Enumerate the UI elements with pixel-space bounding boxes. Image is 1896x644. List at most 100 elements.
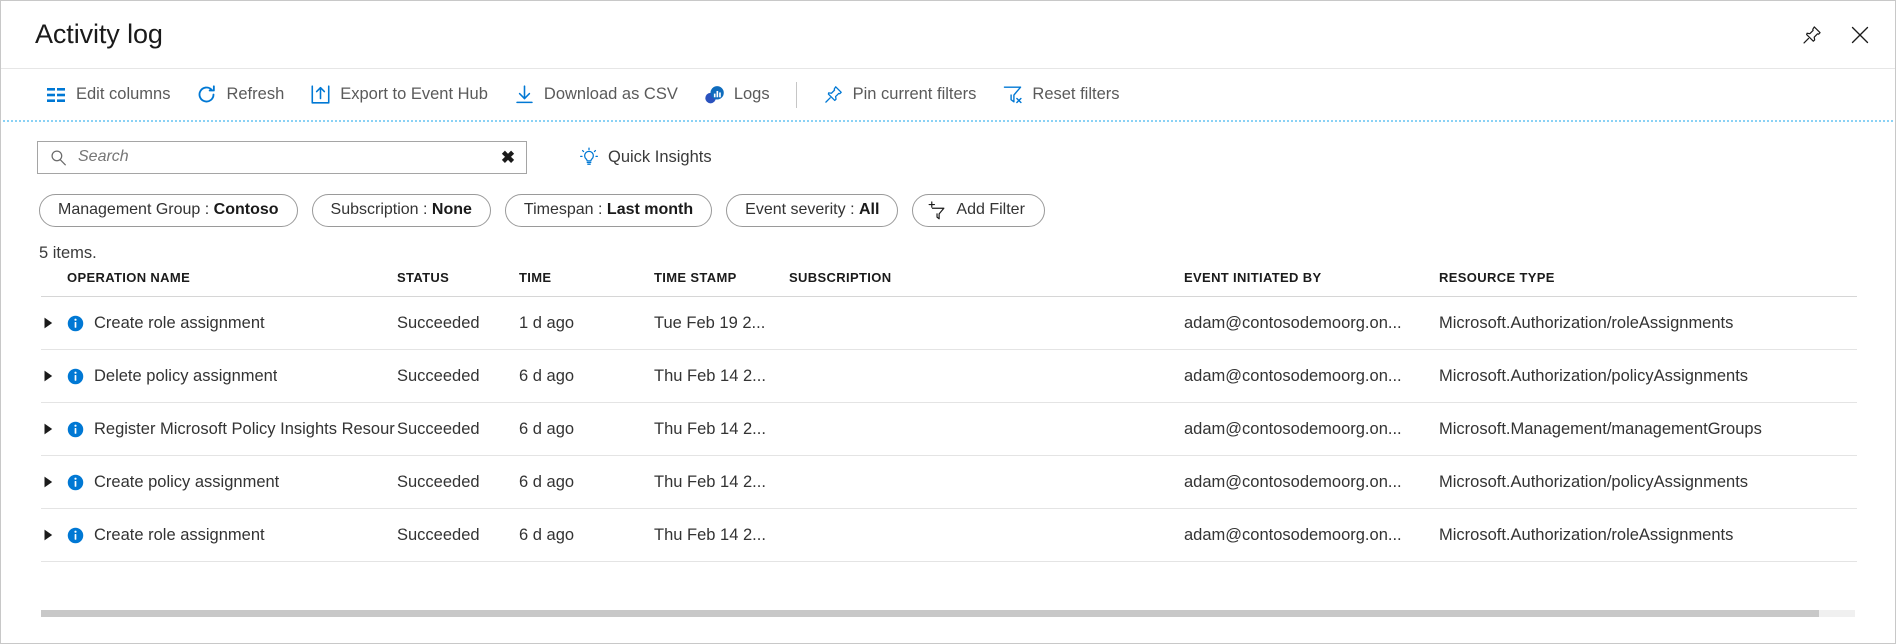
logs-icon <box>704 84 725 105</box>
table-header-row: OPERATION NAME STATUS TIME TIME STAMP SU… <box>41 270 1857 297</box>
column-header-status[interactable]: STATUS <box>397 270 519 297</box>
cell-operation-name: Create role assignment <box>67 297 397 350</box>
cell-time: 6 d ago <box>519 350 654 403</box>
filter-pill-event-severity[interactable]: Event severity : All <box>726 194 898 227</box>
cell-event-initiated-by: adam@contosodemoorg.on... <box>1184 297 1439 350</box>
table-header: OPERATION NAME STATUS TIME TIME STAMP SU… <box>41 270 1857 297</box>
row-expander-cell <box>41 350 67 403</box>
filter-pill-name: Subscription <box>331 201 419 219</box>
cell-time: 1 d ago <box>519 297 654 350</box>
close-icon[interactable] <box>1847 22 1873 48</box>
filter-pill-management-group[interactable]: Management Group : Contoso <box>39 194 298 227</box>
cell-operation-name: Delete policy assignment <box>67 350 397 403</box>
quick-insights-button[interactable]: Quick Insights <box>572 141 718 173</box>
filter-pill-subscription[interactable]: Subscription : None <box>312 194 491 227</box>
cell-subscription <box>789 509 1184 562</box>
cell-time-stamp: Thu Feb 14 2... <box>654 456 789 509</box>
blade-title-actions <box>1799 22 1873 48</box>
filter-pill-separator: : <box>419 201 432 219</box>
table-row[interactable]: Create role assignment Succeeded 1 d ago… <box>41 297 1857 350</box>
pin-icon[interactable] <box>1799 22 1825 48</box>
filter-pill-timespan[interactable]: Timespan : Last month <box>505 194 712 227</box>
cell-subscription <box>789 297 1184 350</box>
download-as-csv-button[interactable]: Download as CSV <box>501 75 691 115</box>
column-header-expander <box>41 270 67 297</box>
columns-icon <box>46 84 67 105</box>
cell-event-initiated-by: adam@contosodemoorg.on... <box>1184 350 1439 403</box>
cell-operation-name: Register Microsoft Policy Insights Resou… <box>67 403 397 456</box>
logs-button[interactable]: Logs <box>691 75 783 115</box>
refresh-icon <box>196 84 217 105</box>
column-header-event-initiated-by[interactable]: EVENT INITIATED BY <box>1184 270 1439 297</box>
add-filter-button[interactable]: Add Filter <box>912 194 1044 227</box>
search-box[interactable]: ✖ <box>37 141 527 174</box>
blade-title-bar: Activity log <box>1 1 1895 69</box>
row-expander-cell <box>41 509 67 562</box>
table-row[interactable]: Create policy assignment Succeeded 6 d a… <box>41 456 1857 509</box>
filter-pill-value: None <box>432 201 472 219</box>
filter-pill-separator: : <box>846 201 859 219</box>
cell-event-initiated-by: adam@contosodemoorg.on... <box>1184 403 1439 456</box>
cell-status: Succeeded <box>397 456 519 509</box>
search-input[interactable] <box>67 147 498 167</box>
horizontal-scrollbar[interactable] <box>41 610 1855 617</box>
operation-name-cell: Create role assignment <box>67 526 397 545</box>
operation-name-cell: Delete policy assignment <box>67 367 397 386</box>
toolbar-divider <box>796 82 797 108</box>
column-header-resource-type[interactable]: RESOURCE TYPE <box>1439 270 1857 297</box>
info-icon <box>67 315 84 332</box>
export-to-event-hub-button[interactable]: Export to Event Hub <box>297 75 501 115</box>
command-bar: Edit columns Refresh Export to Event Hub <box>1 69 1895 120</box>
refresh-button[interactable]: Refresh <box>183 75 297 115</box>
operation-name-text: Register Microsoft Policy Insights Resou… <box>94 420 395 439</box>
refresh-label: Refresh <box>226 86 284 103</box>
filter-pill-separator: : <box>594 201 607 219</box>
cell-time-stamp: Tue Feb 19 2... <box>654 297 789 350</box>
cell-time-stamp: Thu Feb 14 2... <box>654 350 789 403</box>
chevron-right-icon[interactable] <box>41 475 55 489</box>
cell-resource-type: Microsoft.Management/managementGroups <box>1439 403 1857 456</box>
column-header-operation-name[interactable]: OPERATION NAME <box>67 270 397 297</box>
edit-columns-button[interactable]: Edit columns <box>33 75 183 115</box>
chevron-right-icon[interactable] <box>41 528 55 542</box>
cell-time: 6 d ago <box>519 403 654 456</box>
operation-name-cell: Create policy assignment <box>67 473 397 492</box>
pin-current-filters-button[interactable]: Pin current filters <box>810 75 990 115</box>
chevron-right-icon[interactable] <box>41 369 55 383</box>
page-title: Activity log <box>35 21 163 48</box>
table-row[interactable]: Register Microsoft Policy Insights Resou… <box>41 403 1857 456</box>
cell-status: Succeeded <box>397 350 519 403</box>
horizontal-scrollbar-thumb[interactable] <box>41 610 1819 617</box>
chevron-right-icon[interactable] <box>41 422 55 436</box>
filter-pill-value: All <box>859 201 879 219</box>
table-body: Create role assignment Succeeded 1 d ago… <box>41 297 1857 562</box>
lightbulb-icon <box>578 147 599 168</box>
chevron-right-icon[interactable] <box>41 316 55 330</box>
filter-pill-name: Management Group <box>58 201 200 219</box>
cell-status: Succeeded <box>397 297 519 350</box>
cell-status: Succeeded <box>397 403 519 456</box>
results-count: 5 items. <box>1 230 1895 270</box>
filter-pill-separator: : <box>200 201 213 219</box>
download-as-csv-label: Download as CSV <box>544 86 678 103</box>
column-header-time-stamp[interactable]: TIME STAMP <box>654 270 789 297</box>
operation-name-text: Delete policy assignment <box>94 367 277 386</box>
reset-filters-button[interactable]: Reset filters <box>989 75 1132 115</box>
column-header-subscription[interactable]: SUBSCRIPTION <box>789 270 1184 297</box>
column-header-time[interactable]: TIME <box>519 270 654 297</box>
table-row[interactable]: Delete policy assignment Succeeded 6 d a… <box>41 350 1857 403</box>
export-icon <box>310 84 331 105</box>
pin-current-filters-label: Pin current filters <box>853 86 977 103</box>
operation-name-text: Create policy assignment <box>94 473 279 492</box>
filter-pill-name: Timespan <box>524 201 594 219</box>
table-row[interactable]: Create role assignment Succeeded 6 d ago… <box>41 509 1857 562</box>
reset-filters-label: Reset filters <box>1032 86 1119 103</box>
info-icon <box>67 368 84 385</box>
reset-filter-icon <box>1002 84 1023 105</box>
operation-name-text: Create role assignment <box>94 314 265 333</box>
operation-name-text: Create role assignment <box>94 526 265 545</box>
cell-time: 6 d ago <box>519 509 654 562</box>
cell-event-initiated-by: adam@contosodemoorg.on... <box>1184 509 1439 562</box>
clear-search-icon[interactable]: ✖ <box>498 147 518 167</box>
info-icon <box>67 474 84 491</box>
